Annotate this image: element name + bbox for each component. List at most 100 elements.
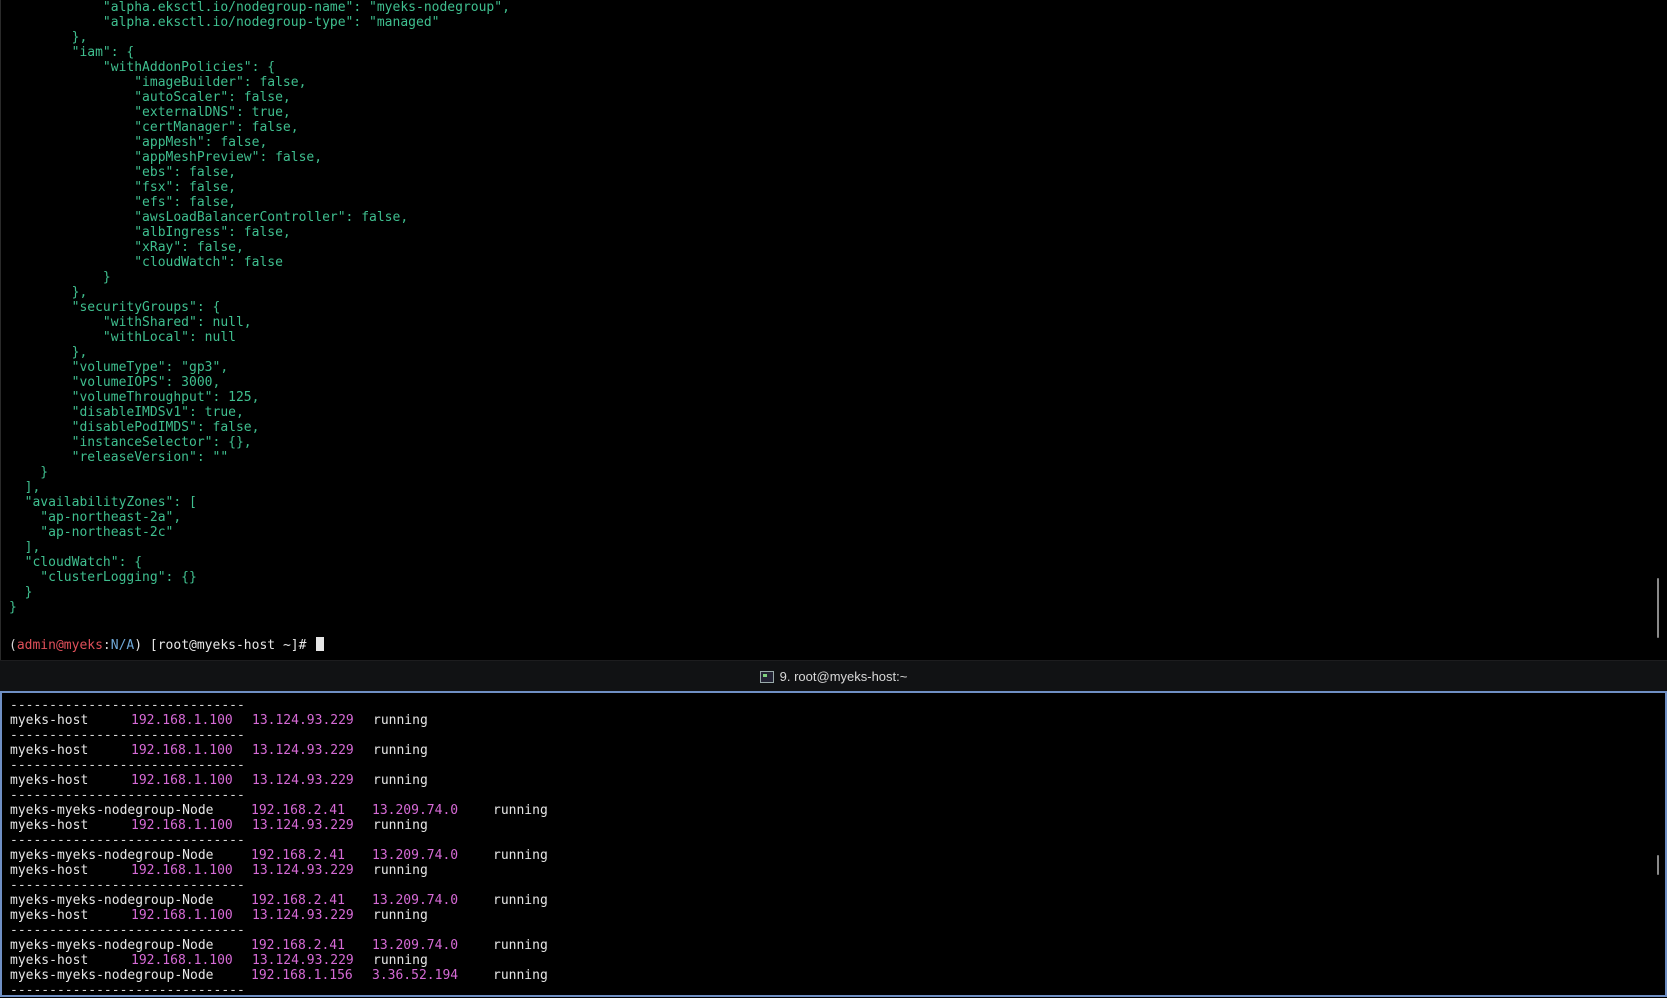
json-line: "xRay": false, <box>9 240 244 255</box>
separator-line: ------------------------------ <box>10 878 245 893</box>
instance-name: myeks-myeks-nodegroup-Node <box>10 938 214 953</box>
instance-row: myeks-myeks-nodegroup-Node 192.168.2.41 13… <box>10 803 593 818</box>
private-ip: 192.168.1.100 <box>131 713 233 728</box>
instance-state: running <box>493 803 548 818</box>
cursor <box>316 637 325 651</box>
json-line: }, <box>9 345 88 360</box>
json-line: "alpha.eksctl.io/nodegroup-name": "myeks… <box>9 0 510 15</box>
terminal-window: "alpha.eksctl.io/nodegroup-name": "myeks… <box>0 0 1667 998</box>
instance-row: myeks-host 192.168.1.100 13.124.93.229 runn… <box>10 863 593 878</box>
instance-state: running <box>373 773 428 788</box>
json-line: "volumeThroughput": 125, <box>9 390 260 405</box>
instance-state: running <box>373 743 428 758</box>
json-line: "securityGroups": { <box>9 300 221 315</box>
json-line: "cloudWatch": { <box>9 555 143 570</box>
private-ip: 192.168.1.156 <box>251 968 353 983</box>
json-line: "withShared": null, <box>9 315 252 330</box>
prompt-user: admin@myeks <box>16 638 103 653</box>
terminal-icon <box>759 670 774 683</box>
instance-state: running <box>373 953 428 968</box>
json-line: } <box>9 270 111 285</box>
private-ip: 192.168.2.41 <box>251 803 345 818</box>
json-line: "ap-northeast-2a", <box>9 510 182 525</box>
instance-name: myeks-host <box>10 908 89 923</box>
public-ip: 3.36.52.194 <box>372 968 459 983</box>
public-ip: 13.209.74.0 <box>372 848 459 863</box>
instance-state: running <box>373 863 428 878</box>
json-line: "withLocal": null <box>9 330 236 345</box>
public-ip: 13.209.74.0 <box>372 938 459 953</box>
instance-name: myeks-myeks-nodegroup-Node <box>10 803 214 818</box>
instance-name: myeks-host <box>10 743 89 758</box>
json-line: ], <box>9 540 41 555</box>
json-line: "ap-northeast-2c" <box>9 525 174 540</box>
private-ip: 192.168.1.100 <box>131 743 233 758</box>
public-ip: 13.124.93.229 <box>252 713 354 728</box>
instance-row: myeks-myeks-nodegroup-Node 192.168.2.41 13… <box>10 938 593 953</box>
instance-state: running <box>373 818 428 833</box>
json-line: "appMeshPreview": false, <box>9 150 323 165</box>
public-ip: 13.124.93.229 <box>252 773 354 788</box>
private-ip: 192.168.1.100 <box>131 818 233 833</box>
separator-line: ------------------------------ <box>10 698 245 713</box>
json-line: "availabilityZones": [ <box>9 495 197 510</box>
private-ip: 192.168.2.41 <box>251 848 345 863</box>
separator-line: ------------------------------ <box>10 833 245 848</box>
prompt-open-paren: ( <box>9 638 17 653</box>
instance-state: running <box>493 938 548 953</box>
json-line: "iam": { <box>9 45 135 60</box>
public-ip: 13.209.74.0 <box>372 803 459 818</box>
instance-name: myeks-host <box>10 773 89 788</box>
json-line: } <box>9 585 33 600</box>
instance-row: myeks-host 192.168.1.100 13.124.93.229 runn… <box>10 773 593 788</box>
instance-state: running <box>373 908 428 923</box>
prompt-host: ) [root@myeks-host ~]# <box>134 638 315 653</box>
separator-line: ------------------------------ <box>10 728 245 743</box>
scrollbar-bottom[interactable] <box>1657 855 1659 875</box>
json-line: "releaseVersion": "" <box>9 450 229 465</box>
public-ip: 13.124.93.229 <box>252 743 354 758</box>
public-ip: 13.124.93.229 <box>252 818 354 833</box>
public-ip: 13.124.93.229 <box>252 908 354 923</box>
separator-line: ------------------------------ <box>10 923 245 938</box>
instance-row: myeks-host 192.168.1.100 13.124.93.229 runn… <box>10 953 593 968</box>
separator-line: ------------------------------ <box>10 788 245 803</box>
pane-title-bar[interactable]: 9. root@myeks-host:~ <box>0 660 1667 692</box>
json-line: } <box>9 465 49 480</box>
pane-title: 9. root@myeks-host:~ <box>779 669 908 684</box>
separator-line: ------------------------------ <box>10 983 245 998</box>
public-ip: 13.124.93.229 <box>252 863 354 878</box>
private-ip: 192.168.2.41 <box>251 893 345 908</box>
json-line: "clusterLogging": {} <box>9 570 197 585</box>
json-line: ], <box>9 480 41 495</box>
public-ip: 13.209.74.0 <box>372 893 459 908</box>
private-ip: 192.168.1.100 <box>131 953 233 968</box>
json-line: "withAddonPolicies": { <box>9 60 276 75</box>
json-line: "appMesh": false, <box>9 135 268 150</box>
terminal-pane-bottom[interactable]: ------------------------------ myeks-host… <box>0 691 1667 998</box>
json-line: } <box>9 600 17 615</box>
json-line: "certManager": false, <box>9 120 299 135</box>
json-line: "disablePodIMDS": false, <box>9 420 260 435</box>
public-ip: 13.124.93.229 <box>252 953 354 968</box>
instance-row: myeks-host 192.168.1.100 13.124.93.229 runn… <box>10 908 593 923</box>
json-line: "volumeIOPS": 3000, <box>9 375 221 390</box>
terminal-pane-top[interactable]: "alpha.eksctl.io/nodegroup-name": "myeks… <box>0 0 1667 660</box>
scrollbar-top[interactable] <box>1657 578 1659 638</box>
shell-prompt[interactable]: (admin@myeks:N/A) [root@myeks-host ~]# <box>9 637 510 653</box>
json-line: "awsLoadBalancerController": false, <box>9 210 409 225</box>
instance-row: myeks-myeks-nodegroup-Node 192.168.2.41 13… <box>10 893 593 908</box>
json-line: "ebs": false, <box>9 165 236 180</box>
instance-state: running <box>373 713 428 728</box>
private-ip: 192.168.1.100 <box>131 863 233 878</box>
json-line: "disableIMDSv1": true, <box>9 405 244 420</box>
instance-row: myeks-myeks-nodegroup-Node 192.168.2.41 13… <box>10 848 593 863</box>
json-line: }, <box>9 30 88 45</box>
private-ip: 192.168.1.100 <box>131 773 233 788</box>
json-line: "externalDNS": true, <box>9 105 291 120</box>
json-line: "instanceSelector": {}, <box>9 435 252 450</box>
prompt-context: N/A <box>110 638 135 653</box>
private-ip: 192.168.1.100 <box>131 908 233 923</box>
json-line: "cloudWatch": false <box>9 255 283 270</box>
instance-name: myeks-myeks-nodegroup-Node <box>10 848 214 863</box>
